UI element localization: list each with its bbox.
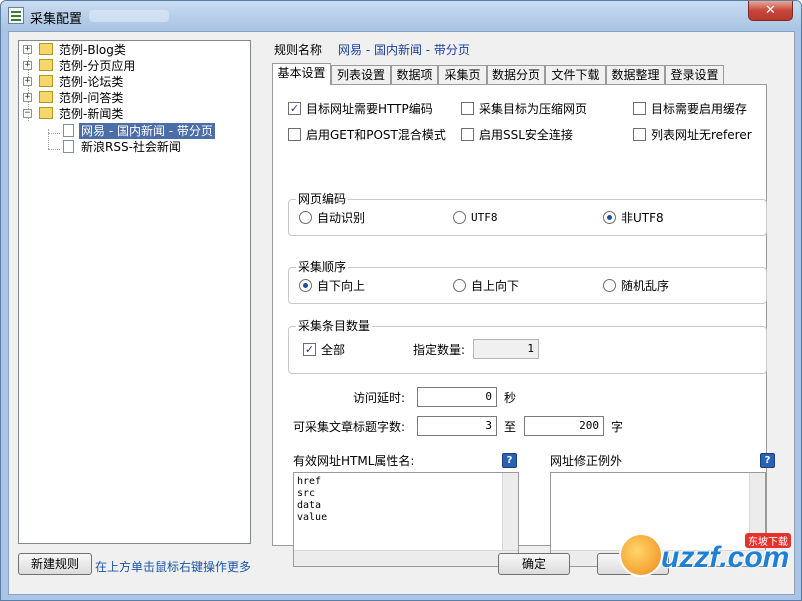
help-icon[interactable]: ? bbox=[502, 453, 517, 468]
order-title: 采集顺序 bbox=[296, 260, 349, 274]
encoding-non-utf8-radio[interactable] bbox=[603, 211, 616, 224]
title-length-to: 至 bbox=[504, 420, 517, 434]
html-attr-textarea[interactable]: href src data value bbox=[293, 472, 519, 567]
tab-file-download[interactable]: 文件下载 bbox=[545, 65, 606, 85]
tree-item-paging[interactable]: + 范例-分页应用 bbox=[19, 58, 249, 74]
config-window: 采集配置 ✕ + 范例-Blog类 + 范例-分页应用 + 范例-论坛类 + 范… bbox=[0, 0, 802, 601]
rule-name-label: 规则名称 bbox=[274, 43, 323, 57]
count-specify-input[interactable]: 1 bbox=[473, 339, 539, 359]
order-top-down-label: 自上向下 bbox=[471, 279, 520, 293]
tree-item-sina-rss[interactable]: 新浪RSS-社会新闻 bbox=[19, 139, 249, 155]
tab-login-settings[interactable]: 登录设置 bbox=[665, 65, 724, 85]
app-icon bbox=[8, 7, 24, 24]
delay-unit: 秒 bbox=[504, 391, 517, 405]
tree-item-label: 范例-论坛类 bbox=[59, 75, 124, 89]
order-random-radio[interactable] bbox=[603, 279, 616, 292]
help-icon[interactable]: ? bbox=[760, 453, 775, 468]
encoding-auto-label: 自动识别 bbox=[317, 211, 366, 225]
title-length-min-input[interactable]: 3 bbox=[417, 416, 497, 436]
delay-label: 访问延时: bbox=[353, 391, 406, 405]
watermark-logo: uzzf.com 东坡下载 bbox=[613, 529, 799, 587]
rule-tree[interactable]: + 范例-Blog类 + 范例-分页应用 + 范例-论坛类 + 范例-问答类 − bbox=[18, 40, 251, 544]
title-bar[interactable]: 采集配置 ✕ bbox=[1, 1, 801, 31]
expand-icon[interactable]: + bbox=[23, 93, 32, 102]
count-all-label: 全部 bbox=[321, 343, 346, 357]
watermark-icon bbox=[619, 533, 663, 577]
dialog-client: + 范例-Blog类 + 范例-分页应用 + 范例-论坛类 + 范例-问答类 − bbox=[8, 31, 795, 595]
new-rule-button[interactable]: 新建规则 bbox=[18, 553, 92, 575]
title-length-max-input[interactable]: 200 bbox=[524, 416, 604, 436]
compressed-page-checkbox[interactable] bbox=[461, 102, 474, 115]
folder-icon bbox=[39, 43, 53, 55]
ok-button[interactable]: 确定 bbox=[498, 553, 570, 575]
tree-item-label: 范例-Blog类 bbox=[59, 43, 126, 57]
order-bottom-up-radio[interactable] bbox=[299, 279, 312, 292]
tree-item-label: 范例-问答类 bbox=[59, 91, 124, 105]
watermark-badge: 东坡下载 bbox=[745, 533, 791, 548]
no-referer-checkbox[interactable] bbox=[633, 128, 646, 141]
http-encode-checkbox[interactable]: ✓ bbox=[288, 102, 301, 115]
count-all-checkbox[interactable]: ✓ bbox=[303, 343, 316, 356]
no-referer-label: 列表网址无referer bbox=[651, 128, 752, 142]
get-post-checkbox[interactable] bbox=[288, 128, 301, 141]
html-attr-content: href src data value bbox=[297, 476, 328, 523]
tab-data-cleanup[interactable]: 数据整理 bbox=[606, 65, 665, 85]
get-post-label: 启用GET和POST混合模式 bbox=[306, 128, 446, 142]
window-title: 采集配置 bbox=[30, 12, 83, 27]
document-icon bbox=[63, 140, 74, 153]
title-length-unit: 字 bbox=[611, 420, 624, 434]
close-button[interactable]: ✕ bbox=[748, 1, 793, 21]
url-fix-label: 网址修正例外 bbox=[550, 454, 623, 468]
tree-item-label: 范例-新闻类 bbox=[59, 107, 124, 121]
tree-item-netease-news[interactable]: 网易 - 国内新闻 - 带分页 bbox=[19, 123, 249, 139]
document-icon bbox=[63, 124, 74, 137]
folder-open-icon bbox=[39, 107, 53, 119]
expand-icon[interactable]: + bbox=[23, 77, 32, 86]
tree-item-label: 范例-分页应用 bbox=[59, 59, 136, 73]
expand-icon[interactable]: + bbox=[23, 61, 32, 70]
tree-item-blog[interactable]: + 范例-Blog类 bbox=[19, 42, 249, 58]
context-hint: 在上方单击鼠标右键操作更多 bbox=[95, 560, 252, 574]
compressed-page-label: 采集目标为压缩网页 bbox=[479, 102, 588, 116]
enable-cache-label: 目标需要启用缓存 bbox=[651, 102, 748, 116]
order-random-label: 随机乱序 bbox=[621, 279, 670, 293]
rule-name-value: 网易 - 国内新闻 - 带分页 bbox=[338, 43, 470, 57]
enable-cache-checkbox[interactable] bbox=[633, 102, 646, 115]
count-title: 采集条目数量 bbox=[296, 319, 373, 333]
count-specify-label: 指定数量: bbox=[413, 343, 466, 357]
tab-data-items[interactable]: 数据项 bbox=[391, 65, 438, 85]
ssl-label: 启用SSL安全连接 bbox=[479, 128, 573, 142]
encoding-utf8-label: UTF8 bbox=[471, 211, 498, 224]
tree-item-news[interactable]: − 范例-新闻类 bbox=[19, 106, 249, 122]
folder-icon bbox=[39, 91, 53, 103]
tree-item-label: 新浪RSS-社会新闻 bbox=[81, 140, 181, 154]
encoding-title: 网页编码 bbox=[296, 192, 349, 206]
tab-data-paging[interactable]: 数据分页 bbox=[487, 65, 545, 85]
expand-icon[interactable]: + bbox=[23, 45, 32, 54]
tree-item-qa[interactable]: + 范例-问答类 bbox=[19, 90, 249, 106]
encoding-utf8-radio[interactable] bbox=[453, 211, 466, 224]
tree-item-forum[interactable]: + 范例-论坛类 bbox=[19, 74, 249, 90]
tab-basic-settings[interactable]: 基本设置 bbox=[272, 63, 331, 85]
tab-collect-page[interactable]: 采集页 bbox=[438, 65, 487, 85]
basic-settings-panel: ✓ 目标网址需要HTTP编码 采集目标为压缩网页 目标需要启用缓存 启用GET和… bbox=[272, 84, 775, 567]
folder-icon bbox=[39, 75, 53, 87]
order-top-down-radio[interactable] bbox=[453, 279, 466, 292]
title-blur-area bbox=[89, 10, 169, 22]
delay-input[interactable]: 0 bbox=[417, 387, 497, 407]
http-encode-label: 目标网址需要HTTP编码 bbox=[306, 102, 433, 116]
title-length-label: 可采集文章标题字数: bbox=[293, 420, 406, 434]
horizontal-scrollbar[interactable] bbox=[294, 550, 518, 566]
tree-item-label: 网易 - 国内新闻 - 带分页 bbox=[79, 123, 215, 139]
order-bottom-up-label: 自下向上 bbox=[317, 279, 366, 293]
folder-icon bbox=[39, 59, 53, 71]
encoding-non-utf8-label: 非UTF8 bbox=[621, 211, 664, 225]
tab-list-settings[interactable]: 列表设置 bbox=[331, 65, 391, 85]
encoding-auto-radio[interactable] bbox=[299, 211, 312, 224]
html-attr-label: 有效网址HTML属性名: bbox=[293, 454, 415, 468]
collapse-icon[interactable]: − bbox=[23, 109, 32, 118]
ssl-checkbox[interactable] bbox=[461, 128, 474, 141]
